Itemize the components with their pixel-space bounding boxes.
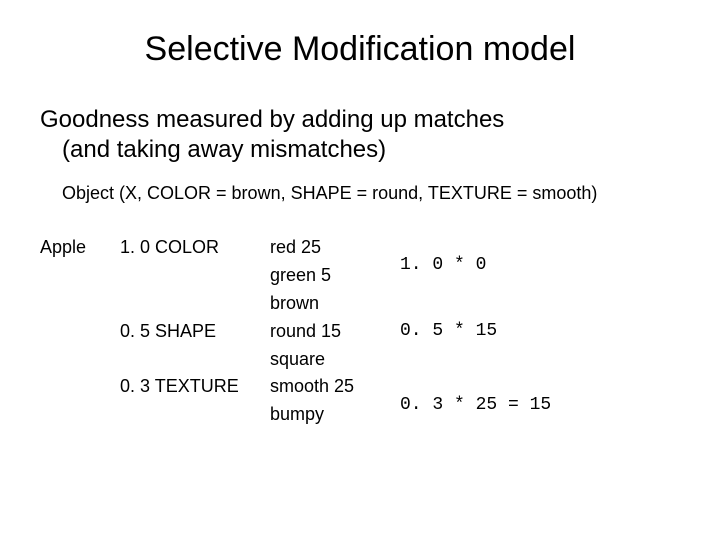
- calc-color: 1. 0 * 0: [400, 252, 580, 280]
- calc-column: 1. 0 * 0 0. 5 * 15 0. 3 * 25 = 15: [400, 234, 580, 429]
- color-weight: 1. 0 COLOR: [120, 234, 270, 262]
- value-bumpy: bumpy: [270, 401, 400, 429]
- slide-subtitle: Goodness measured by adding up matches (…: [40, 105, 680, 165]
- calc-shape: 0. 5 * 15: [400, 318, 580, 346]
- value-red: red 25: [270, 234, 400, 262]
- value-round: round 15: [270, 318, 400, 346]
- values-column: red 25 green 5 brown round 15 square smo…: [270, 234, 400, 429]
- value-smooth: smooth 25: [270, 373, 400, 401]
- concept-label: Apple: [40, 234, 120, 262]
- weights-column: 1. 0 COLOR 0. 5 SHAPE 0. 3 TEXTURE: [120, 234, 270, 429]
- calc-texture: 0. 3 * 25 = 15: [400, 392, 580, 420]
- subtitle-line-1: Goodness measured by adding up matches: [40, 106, 504, 133]
- value-green: green 5: [270, 262, 400, 290]
- value-brown: brown: [270, 290, 400, 318]
- object-description: Object (X, COLOR = brown, SHAPE = round,…: [62, 183, 680, 204]
- shape-weight: 0. 5 SHAPE: [120, 318, 270, 346]
- subtitle-line-2: (and taking away mismatches): [40, 135, 680, 165]
- slide-title: Selective Modification model: [40, 30, 680, 69]
- concept-column: Apple: [40, 234, 120, 429]
- value-square: square: [270, 346, 400, 374]
- attribute-grid: Apple 1. 0 COLOR 0. 5 SHAPE 0. 3 TEXTURE…: [40, 234, 680, 429]
- texture-weight: 0. 3 TEXTURE: [120, 373, 270, 401]
